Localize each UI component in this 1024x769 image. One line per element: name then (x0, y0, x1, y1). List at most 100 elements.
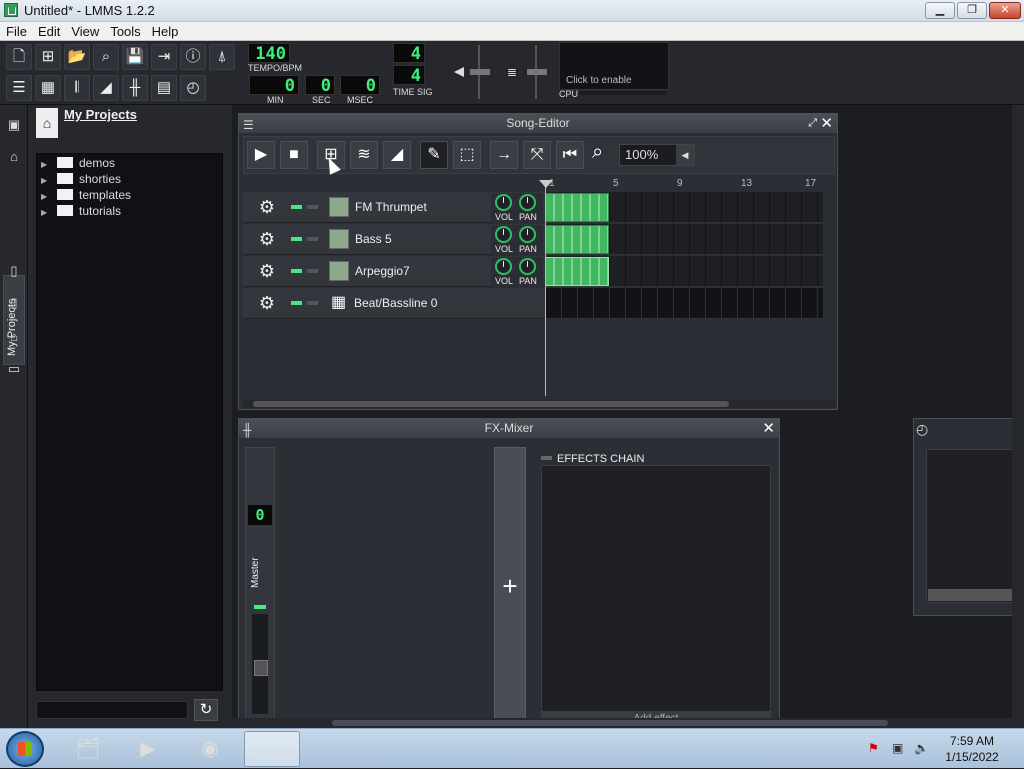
workspace-vertical-scrollbar[interactable] (1012, 105, 1024, 718)
beat-bassline-editor-icon[interactable]: ▦ (35, 75, 61, 101)
whats-this-icon[interactable]: ⓘ (180, 44, 206, 70)
beat-bassline-icon[interactable]: ▦ (331, 294, 349, 312)
volume-knob[interactable] (495, 194, 512, 211)
close-button[interactable]: ✕ (989, 2, 1021, 19)
solo-toggle[interactable] (307, 301, 318, 305)
mute-toggle[interactable] (291, 269, 302, 273)
edit-mode-button[interactable]: ⬚ (453, 141, 481, 169)
my-samples-icon[interactable]: ▯ (6, 263, 22, 279)
menu-help[interactable]: Help (146, 22, 184, 39)
chrome-taskbar-icon[interactable]: ◉ (182, 731, 238, 767)
pan-knob[interactable] (519, 226, 536, 243)
my-home-icon[interactable]: ⌂ (6, 329, 22, 345)
solo-toggle[interactable] (307, 205, 318, 209)
volume-icon[interactable]: 🔈 (914, 741, 929, 755)
open-project-icon[interactable]: 📂 (64, 44, 90, 70)
cpu-graph[interactable]: Click to enable (559, 42, 669, 90)
tree-item-shorties[interactable]: ▶ shorties (41, 172, 121, 188)
tree-item-tutorials[interactable]: ▶ tutorials (41, 204, 121, 220)
master-pitch-slider[interactable]: ≣ (505, 45, 549, 99)
instrument-icon[interactable] (329, 197, 349, 217)
timesig-numerator[interactable]: 4 (393, 43, 425, 64)
master-channel[interactable]: 0 Master (245, 447, 275, 723)
mute-toggle[interactable] (291, 237, 302, 241)
lmms-taskbar-icon[interactable]: ⌂ (244, 731, 300, 767)
network-icon[interactable]: ▣ (892, 741, 906, 755)
pattern-clip[interactable] (545, 225, 609, 254)
action-center-icon[interactable]: ⚑ (868, 741, 882, 755)
track-settings-gear-icon[interactable]: ⚙ (257, 261, 277, 281)
playhead-line[interactable] (545, 180, 546, 396)
sidebar-tab-my-projects[interactable]: My Projects (3, 275, 25, 365)
track-settings-gear-icon[interactable]: ⚙ (257, 229, 277, 249)
instrument-icon[interactable] (329, 229, 349, 249)
song-editor-scrollbar[interactable] (243, 400, 835, 408)
track-settings-gear-icon[interactable]: ⚙ (257, 293, 277, 313)
root-directory-icon[interactable]: ▭ (6, 361, 22, 377)
track-settings-gear-icon[interactable]: ⚙ (257, 197, 277, 217)
projects-filter-input[interactable] (36, 701, 188, 719)
draw-mode-button[interactable]: ✎ (420, 141, 448, 169)
start-button[interactable] (6, 731, 44, 767)
pattern-clip[interactable] (545, 257, 609, 286)
metronome-icon[interactable]: ⍋ (209, 44, 235, 70)
save-project-icon[interactable]: 💾 (122, 44, 148, 70)
master-mute-led[interactable] (254, 605, 266, 609)
pan-knob[interactable] (519, 258, 536, 275)
instrument-icon[interactable] (329, 261, 349, 281)
menu-view[interactable]: View (65, 22, 104, 39)
tempo-display[interactable]: 140 (248, 43, 290, 64)
track-pattern-area[interactable] (545, 288, 823, 319)
menu-edit[interactable]: Edit (32, 22, 65, 39)
track-name[interactable]: Bass 5 (355, 232, 392, 246)
timesig-denominator[interactable]: 4 (393, 65, 425, 86)
file-explorer-taskbar-icon[interactable]: 🗂 (60, 731, 116, 767)
zoom-select[interactable]: 100% ◀ (619, 144, 695, 166)
maximize-icon[interactable]: ⤢ (808, 114, 817, 133)
play-button[interactable]: ▶ (247, 141, 275, 169)
track-name[interactable]: Beat/Bassline 0 (354, 296, 437, 310)
close-icon[interactable]: ✕ (762, 419, 775, 438)
piano-roll-icon[interactable]: 𝄃 (64, 75, 90, 101)
controller-rack-icon[interactable]: ◴ (180, 75, 206, 101)
fx-mixer-icon[interactable]: ╫ (122, 75, 148, 101)
playhead-marker-icon[interactable] (539, 180, 553, 188)
automation-editor-icon[interactable]: ◢ (93, 75, 119, 101)
scrollbar-thumb[interactable] (332, 720, 888, 726)
effects-chain-header[interactable]: EFFECTS CHAIN (541, 453, 644, 465)
track-name[interactable]: FM Thrumpet (355, 200, 427, 214)
song-editor-icon[interactable]: ☰ (6, 75, 32, 101)
add-sample-track-button[interactable]: ≋ (350, 141, 378, 169)
stop-button[interactable]: ■ (280, 141, 308, 169)
scrollbar-thumb[interactable] (253, 401, 729, 407)
add-controller-button[interactable] (928, 589, 1024, 601)
track-pattern-area[interactable] (545, 256, 823, 287)
tree-item-demos[interactable]: ▶ demos (41, 156, 115, 172)
menu-file[interactable]: File (0, 22, 32, 39)
instrument-plugins-icon[interactable]: ▣ (6, 117, 22, 133)
add-automation-track-button[interactable]: ◢ (383, 141, 411, 169)
track-pattern-area[interactable] (545, 192, 823, 223)
loop-points-button[interactable]: ⤧ (523, 141, 551, 169)
close-icon[interactable]: ✕ (820, 114, 833, 133)
recent-projects-icon[interactable]: ⌕ (93, 44, 119, 70)
solo-toggle[interactable] (307, 237, 318, 241)
menu-tools[interactable]: Tools (104, 22, 145, 39)
track-name[interactable]: Arpeggio7 (355, 264, 410, 278)
pattern-clip[interactable] (545, 193, 609, 222)
mute-toggle[interactable] (291, 205, 302, 209)
timeline-ruler[interactable]: 1 5 9 13 17 (545, 176, 823, 192)
master-fader[interactable] (252, 614, 268, 714)
tree-item-templates[interactable]: ▶ templates (41, 188, 131, 204)
taskbar-clock[interactable]: 7:59 AM 1/15/2022 (932, 733, 1012, 765)
volume-knob[interactable] (495, 258, 512, 275)
mute-toggle[interactable] (291, 301, 302, 305)
maximize-button[interactable]: ❐ (957, 2, 987, 19)
reload-icon[interactable]: ↻ (194, 699, 218, 721)
media-player-taskbar-icon[interactable]: ▶ (120, 731, 176, 767)
minimize-button[interactable]: ▁ (925, 2, 955, 19)
new-project-icon[interactable]: 🗋 (6, 44, 32, 70)
my-presets-icon[interactable]: ▯ (6, 295, 22, 311)
add-channel-button[interactable]: + (494, 447, 526, 723)
stop-behaviour-button[interactable]: ⏮ (556, 141, 584, 169)
